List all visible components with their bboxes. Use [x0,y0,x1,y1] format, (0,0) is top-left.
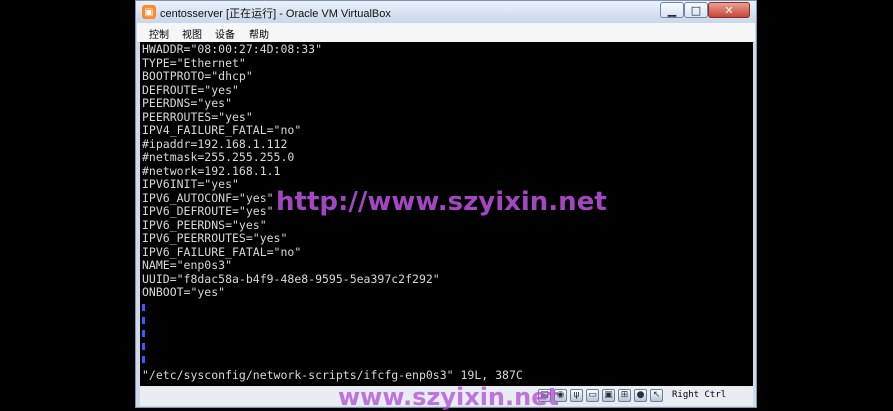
console-line: DEFROUTE="yes" [142,82,239,97]
console-line: TYPE="Ethernet" [142,55,246,70]
console-line: NAME="enp0s3" [142,258,233,272]
usb-icon[interactable]: ψ [570,389,583,402]
console-line: IPV6_DEFROUTE="yes" [142,204,274,218]
close-icon: ✕ [724,3,734,17]
console-line: #netmask=255.255.255.0 [142,150,295,164]
vim-file-status: "/etc/sysconfig/network-scripts/ifcfg-en… [142,368,523,382]
console-line: BOOTPROTO="dhcp" [142,69,253,83]
console-line: IPV6_PEERDNS="yes" [142,217,267,232]
console-line: #network=192.168.1.1 [142,163,281,178]
minimize-icon: ▁ [667,3,677,17]
watermark-text: http://www.szyixin.net [276,187,607,217]
virtualbox-icon: ▣ [142,5,156,19]
console-line: IPV6_FAILURE_FATAL="no" [142,244,302,259]
menu-item-devices[interactable]: 设备 [215,26,235,41]
watermark-text-bottom: www.szyixin.net [338,383,559,411]
host-key-label: Right Ctrl [672,390,727,400]
close-button[interactable]: ✕ [708,2,750,18]
minimize-button[interactable]: ▁ [660,2,684,18]
menu-item-control[interactable]: 控制 [149,26,169,41]
empty-line-marker [142,330,145,337]
menu-bar: 控制 视图 设备 帮助 [137,23,755,43]
menu-item-help[interactable]: 帮助 [249,26,269,41]
console-line: UUID="f8dac58a-b4f9-48e8-9595-5ea397c2f2… [142,271,440,286]
maximize-icon: □ [690,3,702,17]
mouse-integration-icon[interactable]: ↖ [650,389,663,402]
console-line: HWADDR="08:00:27:4D:08:33" [142,42,323,56]
console-line: IPV4_FAILURE_FATAL="no" [142,123,302,137]
empty-line-marker [142,343,145,350]
maximize-button[interactable]: □ [684,2,708,18]
title-bar[interactable]: ▣ centosserver [正在运行] - Oracle VM Virtua… [136,1,756,23]
console-line: ONBOOT="yes" [142,285,226,299]
console-line: PEERDNS="yes" [142,96,233,110]
console-line: #ipaddr=192.168.1.112 [142,136,288,151]
shared-folder-icon[interactable]: ▭ [586,389,599,402]
menu-item-view[interactable]: 视图 [182,26,202,41]
display-icon[interactable]: ▣ [602,389,615,402]
network-icon[interactable]: ⊞ [618,389,631,402]
empty-line-marker [142,317,145,324]
empty-line-marker [142,304,145,311]
console-line: IPV6_AUTOCONF="yes" [142,190,274,205]
empty-line-marker [142,356,145,363]
console-line: PEERROUTES="yes" [142,109,253,124]
console-line: IPV6_PEERROUTES="yes" [142,231,288,245]
video-capture-icon[interactable]: ● [634,389,647,402]
console-line: IPV6INIT="yes" [142,177,239,191]
window-title: centosserver [正在运行] - Oracle VM VirtualB… [160,8,391,20]
